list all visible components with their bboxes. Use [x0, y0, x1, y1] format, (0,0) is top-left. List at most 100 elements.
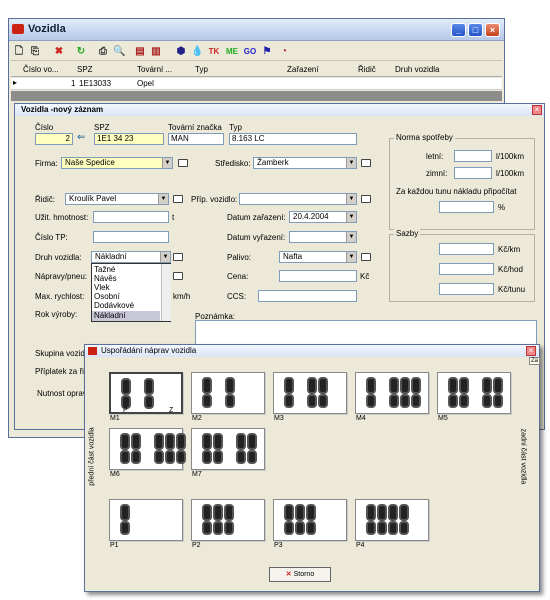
form-close-button[interactable]: × [532, 105, 542, 115]
firma-select[interactable]: Naše Spedice ▼ [61, 157, 173, 169]
axle-option-p2[interactable] [191, 499, 265, 541]
report-icon[interactable]: ▤ [135, 44, 145, 60]
wheel-icon [459, 394, 469, 408]
axle-option-m4[interactable] [355, 372, 429, 414]
letni-input[interactable] [454, 150, 492, 162]
wheel-icon [318, 377, 328, 394]
col-cislo[interactable]: Číslo vo... [23, 65, 59, 74]
norma-title: Norma spotřeby [394, 133, 455, 142]
folder-icon[interactable] [361, 253, 371, 261]
new-icon[interactable]: 🗋 [13, 44, 25, 60]
wheel-icon [411, 377, 421, 394]
palivo-value: Nafta [283, 252, 303, 261]
datum-vyrazeni-label: Datum vyřazení: [227, 233, 286, 242]
form-title: Vozidla -nový záznam [21, 105, 104, 114]
search-icon[interactable]: 🔍 [113, 44, 125, 60]
grid-row[interactable]: ▸ 1 1E13033 Opel [11, 78, 502, 90]
druh-option[interactable]: Návěs [94, 274, 117, 283]
wheel-icon [459, 377, 469, 394]
priplatek-label: Příplatek za ři [35, 367, 84, 376]
druh-option[interactable]: Osobní [94, 292, 120, 301]
gauge-icon[interactable]: ◔ [277, 44, 291, 60]
print-icon[interactable]: ⎙ [97, 44, 109, 60]
folder-icon[interactable] [173, 253, 183, 261]
col-tovarni[interactable]: Tovární ... [137, 65, 172, 74]
arrow-left-icon[interactable]: ⇐ [77, 132, 85, 143]
wheel-icon [400, 394, 410, 408]
dropdown-scrollbar[interactable] [161, 264, 171, 321]
wheel-icon [120, 504, 130, 521]
druh-select[interactable]: Nákladní ▼ [91, 251, 171, 263]
fuel-icon[interactable]: 💧 [191, 44, 203, 60]
stredisko-select[interactable]: Žamberk ▼ [253, 157, 357, 169]
cislo-tp-input[interactable] [93, 231, 169, 243]
cislo-input[interactable]: 2 [35, 133, 73, 145]
col-zarazeni[interactable]: Zařazení [287, 65, 319, 74]
km-input[interactable] [439, 243, 494, 255]
folder-icon[interactable] [361, 159, 371, 167]
axle-option-m1[interactable]: PZ [109, 372, 183, 414]
copy-icon[interactable]: ⎘ [29, 44, 41, 60]
minimize-button[interactable]: _ [451, 23, 466, 37]
col-typ[interactable]: Typ [195, 65, 208, 74]
refresh-icon[interactable]: ↻ [75, 44, 87, 60]
go-icon[interactable]: GO [243, 44, 257, 60]
wheel-icon [377, 521, 387, 535]
axle-option-p3[interactable] [273, 499, 347, 541]
folder-icon[interactable] [173, 272, 183, 280]
col-spz[interactable]: SPZ [77, 65, 93, 74]
cena-input[interactable] [279, 270, 357, 282]
axle-option-p4[interactable] [355, 499, 429, 541]
spz-input[interactable]: 1E1 34 23 [94, 133, 164, 145]
palivo-select[interactable]: Nafta ▼ [279, 251, 357, 263]
pripojne-select[interactable]: ▼ [239, 193, 357, 205]
druh-option-selected[interactable]: Nákladní [92, 311, 160, 321]
tk-icon[interactable]: TK [207, 44, 221, 60]
me-icon[interactable]: ME [225, 44, 239, 60]
firma-value: Naše Spedice [65, 158, 115, 167]
kazdou-input[interactable] [439, 201, 494, 213]
storno-label: Storno [293, 571, 315, 578]
druh-option[interactable]: Vlek [94, 283, 110, 292]
folder-icon[interactable] [173, 195, 183, 203]
ridic-select[interactable]: Kroulík Pavel ▼ [65, 193, 169, 205]
datum-vyrazeni-select[interactable]: ▼ [289, 231, 357, 243]
axle-option-m6[interactable] [109, 428, 186, 470]
axle-option-p1[interactable] [109, 499, 183, 541]
tovarni-input[interactable]: MAN [168, 133, 224, 145]
col-druh[interactable]: Druh vozidla [395, 65, 439, 74]
tire-icon[interactable]: ⬢ [175, 44, 187, 60]
wheel-icon [448, 394, 458, 408]
druh-option[interactable]: Tažné [94, 265, 115, 274]
axle-option-m3[interactable] [273, 372, 347, 414]
axle-option-m5[interactable] [437, 372, 511, 414]
storno-button[interactable]: ✕ Storno [269, 567, 331, 582]
hod-input[interactable] [439, 263, 494, 275]
folder-icon[interactable] [361, 195, 371, 203]
col-ridic[interactable]: Řidič [358, 65, 376, 74]
folder-icon[interactable] [178, 159, 188, 167]
wheel-icon [154, 450, 164, 464]
axle-caption: M7 [192, 471, 202, 478]
druh-dropdown-list: Tažné Návěs Vlek Osobní Dodávkové Náklad… [91, 263, 171, 322]
maximize-button[interactable]: □ [468, 23, 483, 37]
tunu-input[interactable] [439, 283, 494, 295]
delete-icon[interactable]: ✖ [53, 44, 65, 60]
axle-close-button[interactable]: × [526, 346, 536, 356]
axle-option-m2[interactable] [191, 372, 265, 414]
ccs-input[interactable] [258, 290, 357, 302]
uzit-input[interactable] [93, 211, 169, 223]
zimni-input[interactable] [454, 167, 492, 179]
rok-label: Rok výroby: [35, 310, 78, 319]
poznamka-input[interactable] [195, 320, 537, 346]
typ-input[interactable]: 8.163 LC [229, 133, 357, 145]
axle-option-m7[interactable] [191, 428, 265, 470]
datum-zarazeni-select[interactable]: 20.4.2004 ▼ [289, 211, 357, 223]
report2-icon[interactable]: ▥ [151, 44, 161, 60]
close-button[interactable]: × [485, 23, 500, 37]
zimni-label: zimní: [426, 169, 448, 178]
flag-icon[interactable]: ⚑ [261, 44, 273, 60]
wheel-icon [295, 504, 305, 521]
druh-option[interactable]: Dodávkové [94, 301, 134, 310]
wheel-icon [411, 394, 421, 408]
